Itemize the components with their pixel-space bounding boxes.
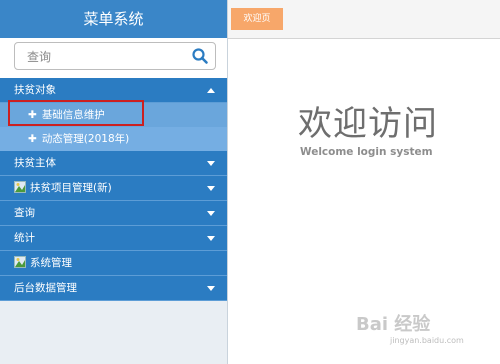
- menu-fupin-zhuti[interactable]: 扶贫主体: [0, 151, 227, 176]
- menu-label: 扶贫对象: [14, 84, 56, 96]
- menu-query[interactable]: 查询: [0, 201, 227, 226]
- plus-icon: ✚: [28, 133, 37, 145]
- sidebar: 菜单系统 扶贫对象 ✚基础信息维护 ✚ 动态管理(2018年) 扶贫主体 扶贫项目…: [0, 0, 228, 364]
- submenu-item-basic-info[interactable]: ✚ 基础信息维护: [0, 100, 227, 127]
- baidu-watermark: Bai 经验: [356, 314, 431, 335]
- image-icon: [14, 253, 26, 268]
- chevron-down-icon: [207, 286, 215, 291]
- search-icon[interactable]: [191, 47, 209, 65]
- menu-label: 扶贫主体: [14, 157, 56, 169]
- chevron-down-icon: [207, 186, 215, 191]
- search-box[interactable]: [14, 42, 216, 70]
- search-input[interactable]: [25, 47, 189, 67]
- image-icon: [14, 178, 26, 193]
- welcome-subtitle: Welcome login system: [300, 146, 433, 158]
- selection-highlight: [8, 100, 144, 126]
- submenu-item-dynamic-management[interactable]: ✚ 动态管理(2018年): [0, 127, 227, 151]
- menu-label: 扶贫项目管理(新): [30, 182, 112, 194]
- menu-statistics[interactable]: 统计: [0, 226, 227, 251]
- welcome-title: 欢迎访问: [298, 104, 438, 144]
- chevron-up-icon: [207, 88, 215, 93]
- tab-welcome[interactable]: 欢迎页: [231, 8, 283, 30]
- chevron-down-icon: [207, 161, 215, 166]
- baidu-watermark-url: jingyan.baidu.com: [390, 336, 464, 345]
- chevron-down-icon: [207, 236, 215, 241]
- menu-backend-data[interactable]: 后台数据管理: [0, 276, 227, 301]
- menu-project-management[interactable]: 扶贫项目管理(新): [0, 176, 227, 201]
- sidebar-title: 菜单系统: [0, 0, 227, 38]
- submenu-label: 动态管理(2018年): [41, 133, 130, 145]
- menu-label: 统计: [14, 232, 35, 244]
- search-area: [0, 38, 227, 78]
- chevron-down-icon: [207, 211, 215, 216]
- menu-system-management[interactable]: 系统管理: [0, 251, 227, 276]
- menu-label: 后台数据管理: [14, 282, 77, 294]
- menu-label: 查询: [14, 207, 35, 219]
- tab-strip: 欢迎页: [228, 0, 500, 39]
- menu-label: 系统管理: [30, 257, 72, 269]
